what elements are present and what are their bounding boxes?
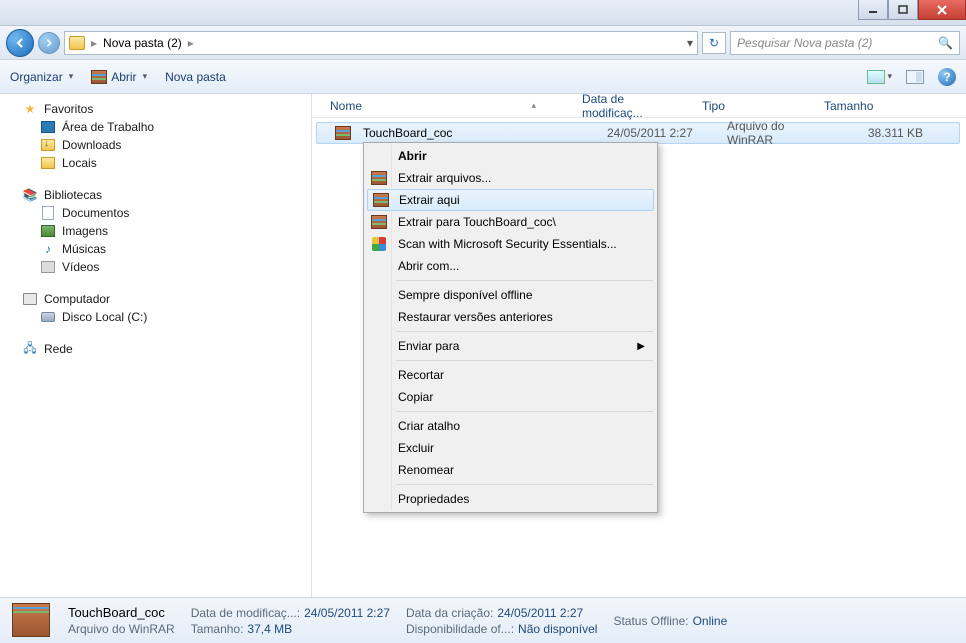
refresh-button[interactable]: ↻	[702, 32, 726, 54]
rar-icon	[373, 193, 389, 207]
view-menu[interactable]: ▾	[867, 70, 892, 84]
details-size-value: 37,4 MB	[247, 622, 292, 636]
cm-extract-to[interactable]: Extrair para TouchBoard_coc\	[366, 211, 655, 233]
cm-extract-files[interactable]: Extrair arquivos...	[366, 167, 655, 189]
nav-forward-button[interactable]	[38, 32, 60, 54]
close-button[interactable]	[918, 0, 966, 20]
details-created-value: 24/05/2011 2:27	[497, 606, 583, 620]
details-modified-value: 24/05/2011 2:27	[304, 606, 390, 620]
nav-back-button[interactable]	[6, 29, 34, 57]
maximize-button[interactable]	[888, 0, 918, 20]
open-menu[interactable]: Abrir	[91, 70, 147, 84]
search-icon: 🔍	[938, 36, 953, 50]
sidebar-videos[interactable]: Vídeos	[0, 258, 311, 276]
column-date[interactable]: Data de modificaç...	[574, 92, 694, 120]
file-row[interactable]: TouchBoard_coc 24/05/2011 2:27 Arquivo d…	[316, 122, 960, 144]
address-bar-row: ▸ Nova pasta (2) ▸ ▾ ↻ Pesquisar Nova pa…	[0, 26, 966, 60]
address-path: Nova pasta (2)	[103, 36, 182, 50]
sidebar-computer[interactable]: Computador	[0, 290, 311, 308]
file-type: Arquivo do WinRAR	[719, 119, 841, 147]
organize-menu[interactable]: Organizar	[10, 70, 73, 84]
cm-extract-here[interactable]: Extrair aqui	[367, 189, 654, 211]
cm-cut[interactable]: Recortar	[366, 364, 655, 386]
shield-icon	[372, 237, 386, 251]
sidebar-favorites[interactable]: ★Favoritos	[0, 100, 311, 118]
cm-scan[interactable]: Scan with Microsoft Security Essentials.…	[366, 233, 655, 255]
sidebar-network[interactable]: 🖧Rede	[0, 340, 311, 358]
help-button[interactable]: ?	[938, 68, 956, 86]
details-file-name: TouchBoard_coc	[68, 605, 175, 620]
submenu-arrow-icon: ▶	[637, 341, 645, 352]
address-dropdown-icon[interactable]: ▾	[687, 36, 693, 50]
sidebar-libraries[interactable]: 📚Bibliotecas	[0, 186, 311, 204]
details-pane: TouchBoard_coc Arquivo do WinRAR Data de…	[0, 597, 966, 643]
cm-open-with[interactable]: Abrir com...	[366, 255, 655, 277]
file-thumbnail	[12, 603, 52, 639]
file-name: TouchBoard_coc	[355, 126, 599, 140]
toolbar: Organizar Abrir Nova pasta ▾ ?	[0, 60, 966, 94]
details-modified-label: Data de modificaç...:	[191, 606, 300, 620]
cm-properties[interactable]: Propriedades	[366, 488, 655, 510]
column-headers: Nome▴ Data de modificaç... Tipo Tamanho	[312, 94, 966, 118]
details-created-label: Data da criação:	[406, 606, 493, 620]
details-offline-value: Online	[693, 614, 728, 628]
folder-icon	[69, 36, 85, 50]
preview-pane-button[interactable]	[906, 70, 924, 84]
sort-indicator-icon: ▴	[531, 100, 536, 111]
places-icon	[41, 157, 55, 169]
details-file-type: Arquivo do WinRAR	[68, 622, 175, 636]
details-availability-label: Disponibilidade of...:	[406, 622, 514, 636]
network-icon: 🖧	[22, 342, 38, 356]
titlebar	[0, 0, 966, 26]
sidebar-pictures[interactable]: Imagens	[0, 222, 311, 240]
view-icon	[867, 70, 885, 84]
address-field[interactable]: ▸ Nova pasta (2) ▸ ▾	[64, 31, 698, 55]
column-type[interactable]: Tipo	[694, 99, 816, 113]
desktop-icon	[41, 121, 55, 133]
cm-delete[interactable]: Excluir	[366, 437, 655, 459]
libraries-icon: 📚	[22, 188, 38, 202]
sidebar-desktop[interactable]: Área de Trabalho	[0, 118, 311, 136]
rar-icon	[335, 126, 351, 140]
column-size[interactable]: Tamanho	[816, 99, 906, 113]
rar-icon	[371, 215, 387, 229]
sidebar-places[interactable]: Locais	[0, 154, 311, 172]
details-availability-value: Não disponível	[518, 622, 597, 636]
details-size-label: Tamanho:	[191, 622, 244, 636]
file-date: 24/05/2011 2:27	[599, 126, 719, 140]
documents-icon	[42, 206, 54, 220]
sidebar-downloads[interactable]: Downloads	[0, 136, 311, 154]
cm-send-to[interactable]: Enviar para▶	[366, 335, 655, 357]
column-name[interactable]: Nome▴	[322, 99, 574, 113]
cm-restore-previous[interactable]: Restaurar versões anteriores	[366, 306, 655, 328]
details-offline-label: Status Offline:	[613, 614, 688, 628]
sidebar-documents[interactable]: Documentos	[0, 204, 311, 222]
cm-create-shortcut[interactable]: Criar atalho	[366, 415, 655, 437]
music-icon: ♪	[40, 242, 56, 256]
videos-icon	[41, 261, 55, 273]
cm-rename[interactable]: Renomear	[366, 459, 655, 481]
search-field[interactable]: Pesquisar Nova pasta (2) 🔍	[730, 31, 960, 55]
disk-icon	[41, 312, 55, 322]
file-size: 38.311 KB	[841, 126, 931, 140]
cm-copy[interactable]: Copiar	[366, 386, 655, 408]
rar-icon	[371, 171, 387, 185]
cm-always-offline[interactable]: Sempre disponível offline	[366, 284, 655, 306]
minimize-button[interactable]	[858, 0, 888, 20]
cm-open[interactable]: Abrir	[366, 145, 655, 167]
navigation-pane: ★Favoritos Área de Trabalho Downloads Lo…	[0, 94, 312, 597]
search-placeholder: Pesquisar Nova pasta (2)	[737, 36, 872, 50]
computer-icon	[23, 293, 37, 305]
new-folder-button[interactable]: Nova pasta	[165, 70, 226, 84]
pictures-icon	[41, 225, 55, 237]
downloads-icon	[41, 139, 55, 151]
sidebar-music[interactable]: ♪Músicas	[0, 240, 311, 258]
star-icon: ★	[22, 102, 38, 116]
rar-icon	[91, 70, 107, 84]
context-menu: Abrir Extrair arquivos... Extrair aqui E…	[363, 142, 658, 513]
sidebar-local-disk[interactable]: Disco Local (C:)	[0, 308, 311, 326]
